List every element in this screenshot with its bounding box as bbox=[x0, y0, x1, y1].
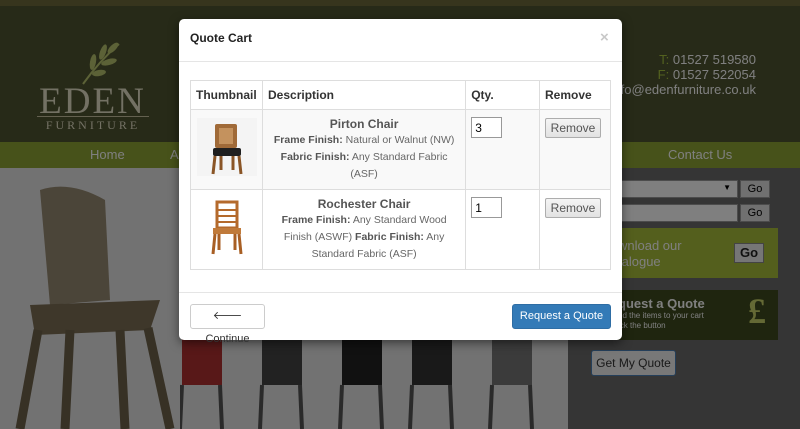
column-header: Qty. bbox=[465, 80, 541, 110]
product-name[interactable]: Rochester Chair bbox=[268, 196, 460, 212]
remove-cell: Remove bbox=[539, 189, 611, 270]
product-thumbnail bbox=[197, 118, 257, 176]
thumbnail-cell bbox=[190, 109, 263, 190]
fabric-finish-label: Fabric Finish: bbox=[280, 151, 350, 163]
continue-button[interactable]: 🡐 Continue bbox=[190, 304, 265, 345]
description-cell: Rochester Chair Frame Finish: Any Standa… bbox=[261, 189, 467, 270]
product-thumbnail bbox=[197, 198, 257, 256]
fabric-finish-label: Fabric Finish: bbox=[355, 231, 424, 243]
modal-title: Quote Cart bbox=[190, 31, 253, 45]
remove-cell: Remove bbox=[539, 109, 611, 190]
table-header-row: Thumbnail Description Qty. Remove bbox=[190, 80, 611, 110]
fabric-finish-value: Any Standard Fabric (ASF) bbox=[350, 151, 448, 180]
request-quote-button[interactable]: Request a Quote bbox=[512, 304, 611, 329]
qty-cell bbox=[465, 189, 541, 270]
column-header: Thumbnail bbox=[190, 80, 263, 110]
quantity-input[interactable] bbox=[471, 117, 503, 138]
close-icon[interactable]: × bbox=[600, 29, 609, 46]
frame-finish-label: Frame Finish: bbox=[273, 134, 343, 146]
arrow-left-icon: 🡐 bbox=[212, 310, 243, 322]
column-header: Description bbox=[261, 80, 467, 110]
modal-header-divider bbox=[179, 61, 622, 62]
quantity-input[interactable] bbox=[471, 197, 503, 218]
quote-cart-table: Thumbnail Description Qty. Remove Pirton… bbox=[190, 80, 611, 270]
remove-button[interactable]: Remove bbox=[545, 198, 602, 218]
thumbnail-cell bbox=[190, 189, 263, 270]
column-header: Remove bbox=[539, 80, 611, 110]
qty-cell bbox=[465, 109, 541, 190]
product-name[interactable]: Pirton Chair bbox=[268, 116, 460, 132]
frame-finish-value: Natural or Walnut (NW) bbox=[345, 134, 455, 146]
remove-button[interactable]: Remove bbox=[545, 118, 602, 138]
frame-finish-label: Frame Finish: bbox=[281, 214, 351, 226]
description-cell: Pirton Chair Frame Finish: Natural or Wa… bbox=[261, 109, 467, 190]
quote-cart-modal: Quote Cart × Thumbnail Description Qty. … bbox=[179, 19, 622, 345]
table-row: Pirton Chair Frame Finish: Natural or Wa… bbox=[190, 109, 611, 190]
table-row: Rochester Chair Frame Finish: Any Standa… bbox=[190, 189, 611, 270]
modal-footer-divider bbox=[179, 292, 622, 293]
continue-label: Continue bbox=[205, 333, 250, 345]
